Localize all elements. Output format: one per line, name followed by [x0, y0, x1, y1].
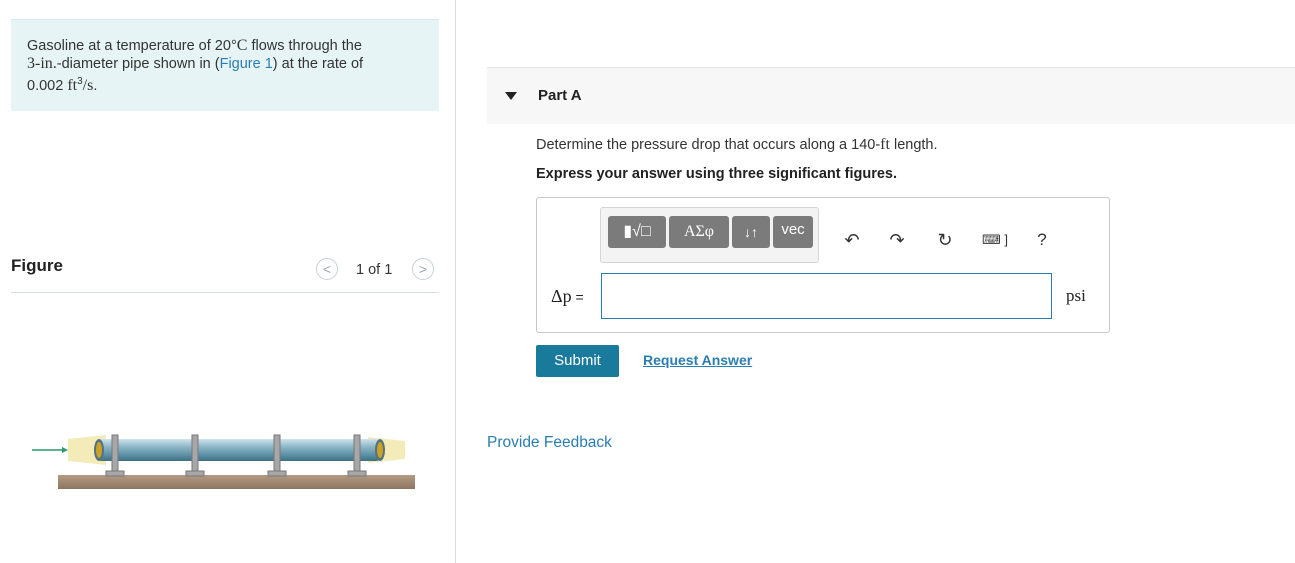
- answer-unit: psi: [1066, 286, 1086, 305]
- problem-period: .: [93, 77, 98, 94]
- diameter-unit: 3-in.: [27, 55, 57, 72]
- celsius-unit: C: [236, 37, 248, 54]
- question-text-1: Determine the pressure drop that occurs …: [536, 137, 881, 153]
- answer-variable-label: Δp =: [551, 286, 584, 307]
- reset-icon[interactable]: ↻: [933, 228, 957, 252]
- column-divider: [455, 0, 456, 563]
- instruction-text: Express your answer using three signific…: [536, 166, 897, 182]
- problem-text-4: ) at the rate of: [272, 56, 364, 72]
- figure-header: Figure < 1 of 1 >: [11, 252, 439, 293]
- provide-feedback-link[interactable]: Provide Feedback: [487, 434, 612, 452]
- question-text-2: length.: [889, 137, 938, 153]
- ground: [58, 475, 415, 489]
- question-text: Determine the pressure drop that occurs …: [536, 136, 938, 154]
- greek-symbols-button[interactable]: ΑΣφ: [669, 216, 729, 248]
- part-title: Part A: [538, 87, 582, 104]
- flow-rate-value: 0.002: [27, 77, 68, 94]
- figure-next-button[interactable]: >: [412, 258, 434, 280]
- pipe-figure: [32, 434, 415, 489]
- templates-button[interactable]: ▮√□: [608, 216, 666, 248]
- arrows-button[interactable]: ↓↑: [732, 216, 770, 248]
- figure-link[interactable]: Figure 1: [220, 56, 273, 72]
- part-a-header[interactable]: Part A: [487, 67, 1295, 124]
- pipe: [98, 439, 380, 461]
- figure-counter: 1 of 1: [356, 262, 393, 278]
- collapse-caret-icon[interactable]: [505, 92, 517, 100]
- answer-input[interactable]: [601, 273, 1052, 319]
- undo-icon[interactable]: ↶: [840, 228, 864, 252]
- problem-text: Gasoline at a temperature of 20: [27, 38, 231, 54]
- keyboard-shortcuts-icon[interactable]: ⌨ ]: [980, 228, 1010, 252]
- math-toolbar: ▮√□ ΑΣφ ↓↑ vec: [600, 207, 819, 263]
- help-icon[interactable]: ?: [1030, 228, 1054, 252]
- figure-title: Figure: [11, 256, 63, 275]
- vector-button[interactable]: vec: [773, 216, 813, 248]
- figure-prev-button[interactable]: <: [316, 258, 338, 280]
- flow-rate-unit-tail: /s: [82, 76, 94, 94]
- redo-icon[interactable]: ↷: [885, 228, 909, 252]
- flow-rate-unit: ft: [67, 76, 78, 94]
- equals-sign: =: [571, 289, 584, 305]
- problem-statement: Gasoline at a temperature of 20°C flows …: [11, 19, 439, 111]
- request-answer-link[interactable]: Request Answer: [643, 352, 752, 368]
- variable-symbol: Δp: [551, 286, 572, 306]
- submit-button[interactable]: Submit: [536, 345, 619, 377]
- problem-text-2: flows through the: [247, 38, 362, 54]
- problem-text-3: -diameter pipe shown in (: [56, 56, 220, 72]
- length-unit: ft: [880, 136, 890, 153]
